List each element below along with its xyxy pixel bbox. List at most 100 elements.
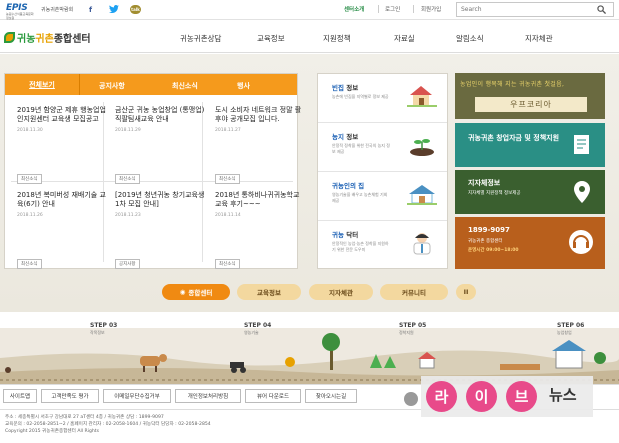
news-item[interactable]: 금산군 귀농 농업창업 (통맹업)직팔팀새교육 안내 2018.11.29 최신…	[115, 106, 207, 188]
news-item[interactable]: 2018년 복미버성 재배기술 교육(6기) 안내 2018.11.26 최신소…	[17, 191, 109, 273]
map-icon	[574, 181, 590, 203]
call-number: 1899-9097	[468, 226, 510, 234]
local-gov-info-box[interactable]: 지자체정보 지자체별 지원정책 정보제공	[455, 170, 605, 214]
epis-logo[interactable]: EPIS 농림수산식품교육문화정보원	[6, 3, 36, 20]
info-title: 농지 정보	[332, 133, 359, 141]
nav-policy[interactable]: 지원정책	[323, 33, 351, 44]
join-link[interactable]: 회원가입	[421, 5, 441, 13]
footer-viewer[interactable]: 뷰어 다운로드	[245, 389, 301, 403]
pause-button[interactable]: II	[456, 284, 476, 300]
facebook-icon[interactable]: f	[84, 3, 97, 16]
wwoof-slogan: 농업인이 행복해 지는 귀농귀촌 첫걸음,	[460, 81, 565, 88]
nav-consult[interactable]: 귀농귀촌상담	[180, 33, 221, 44]
site-logo[interactable]: 귀농귀촌종합센터	[4, 30, 91, 45]
news-date: 2018.11.14	[215, 213, 241, 218]
news-title: 금산군 귀농 농업창업 (통맹업)직팔팀새교육 안내	[115, 106, 205, 123]
vacant-house-info[interactable]: 빈집 정보 농촌에 빈집을 지역별로 정보 제공	[318, 74, 447, 123]
footer-info: 주소 : 세종특별시 서초구 강남대로 27 aT센터 4층 / 귀농귀촌 상담…	[5, 414, 211, 435]
info-desc: 안정적인 농업·농촌 정착을 지원하기 위한 전문 도우미	[332, 241, 389, 252]
news-date: 2018.11.29	[115, 128, 141, 133]
footer-address: 주소 : 세종특별시 서초구 강남대로 27 aT센터 4층 / 귀농귀촌 상담…	[5, 415, 164, 420]
tab-all[interactable]: 전체보기	[5, 74, 80, 95]
farmhouse-icon	[407, 185, 437, 205]
right-column: 농업인이 행복해 지는 귀농귀촌 첫걸음, 우프코리아 귀농귀촌 창업자금 및 …	[455, 73, 605, 269]
quick-edu-button[interactable]: 교육정보	[237, 284, 301, 300]
footer-copyright: Copyright 2015 귀농귀촌종합센터 All Rights	[5, 429, 99, 434]
news-panel: 전체보기 공지사항 최신소식 행사 2019년 함양군 제휴 행농업업인지원센터…	[4, 73, 301, 269]
search-icon: ◉	[179, 288, 186, 296]
top-utility-bar: EPIS 농림수산식품교육문화정보원 귀농귀촌박람회 f talk 센터소개 로…	[0, 0, 619, 20]
news-date: 2018.11.26	[17, 213, 43, 218]
document-icon	[574, 135, 589, 154]
farmer-house-info[interactable]: 귀농인의 집 영농기술을 배우고 농촌체험 기회 제공	[318, 172, 447, 221]
wwoof-korea-banner[interactable]: 농업인이 행복해 지는 귀농귀촌 첫걸음, 우프코리아	[455, 73, 605, 119]
news-title: [2019년 청년귀농 창기교육생 1차 모집 안내]	[115, 191, 205, 208]
divider	[413, 5, 414, 13]
fund-title: 귀농귀촌 창업자금 및 정책지원	[468, 134, 560, 142]
footer-privacy[interactable]: 개인정보처리방침	[175, 389, 241, 403]
news-tag: 최신소식	[215, 259, 240, 269]
quick-center-label: 종합센터	[188, 289, 213, 297]
quick-local-button[interactable]: 지자체관	[309, 284, 373, 300]
footer-contact: 교육문의 : 02-2058-2851~2 / 홈페이지 관리자 : 02-20…	[5, 422, 211, 427]
news-item[interactable]: [2019년 청년귀농 창기교육생 1차 모집 안내] 2018.11.23 공…	[115, 191, 207, 273]
news-item[interactable]: 2018년 통하비나귀귀농학교 교육 후기~~~ 2018.11.14 최신소식	[215, 191, 307, 273]
tab-notice[interactable]: 공지사항	[99, 81, 125, 91]
nav-archive[interactable]: 자료실	[394, 33, 415, 44]
news-title: 2018년 복미버성 재배기술 교육(6기) 안내	[17, 191, 106, 208]
twitter-icon[interactable]	[107, 3, 120, 16]
news-tag: 최신소식	[215, 174, 240, 184]
login-link[interactable]: 로그인	[385, 5, 400, 13]
news-title: 2019년 함양군 제휴 행농업업인지원센터 교육생 모집공고	[17, 106, 106, 123]
quick-community-button[interactable]: 커뮤니티	[380, 284, 448, 300]
main-header: 귀농귀촌종합센터 귀농귀촌상담 교육정보 지원정책 자료실 알림소식 지자체관	[0, 21, 619, 53]
watermark-char: 라	[426, 381, 457, 412]
step-label: STEP 03 작목정보	[90, 322, 118, 335]
news-title: 도시 소비자 네트워크 정말 활후야 공개모집 입니다.	[215, 106, 302, 123]
kakao-talk-icon[interactable]: talk	[130, 5, 141, 14]
quick-center-button[interactable]: ◉ 종합센터	[162, 284, 230, 300]
wwoof-title: 우프코리아	[475, 97, 587, 112]
info-panel: 빈집 정보 농촌에 빈집을 지역별로 정보 제공 농지 정보 안정적 정착을 위…	[317, 73, 448, 269]
step-label: STEP 04 영농기술	[244, 322, 272, 335]
search-input[interactable]	[457, 3, 587, 16]
startup-fund-box[interactable]: 귀농귀촌 창업자금 및 정책지원	[455, 123, 605, 167]
logo-part-2: 귀촌	[35, 34, 54, 45]
footer-no-email[interactable]: 이메일무단수집거부	[103, 389, 171, 403]
doctor-icon	[413, 233, 431, 255]
footer-sitemap[interactable]: 사이트맵	[3, 389, 37, 403]
search-box	[456, 2, 614, 17]
call-sub: 귀농귀촌 종합센터	[468, 239, 503, 244]
local-title: 지자체정보	[468, 179, 501, 187]
nav-news[interactable]: 알림소식	[456, 33, 484, 44]
center-intro-link[interactable]: 센터소개	[344, 5, 364, 13]
info-desc: 영농기술을 배우고 농촌체험 기회 제공	[332, 192, 388, 203]
footer-survey[interactable]: 고객만족도 평가	[41, 389, 99, 403]
news-date: 2018.11.30	[17, 128, 43, 133]
news-date: 2018.11.27	[215, 128, 241, 133]
nav-education[interactable]: 교육정보	[257, 33, 285, 44]
news-tag: 최신소식	[17, 174, 42, 184]
tab-event[interactable]: 행사	[237, 81, 250, 91]
gov-logo-icon	[404, 392, 418, 406]
divider	[378, 5, 379, 13]
info-title: 귀농인의 집	[332, 182, 365, 190]
news-item[interactable]: 2019년 함양군 제휴 행농업업인지원센터 교육생 모집공고 2018.11.…	[17, 106, 109, 188]
logo-part-1: 귀농	[17, 34, 36, 45]
search-icon[interactable]	[597, 5, 606, 14]
info-desc: 안정적 정착을 위한 전국의 농지 정보 제공	[332, 143, 390, 154]
rural-expo-link[interactable]: 귀농귀촌박람회	[41, 6, 73, 13]
news-tag: 최신소식	[115, 174, 140, 184]
tab-latest[interactable]: 최신소식	[172, 81, 198, 91]
farmland-info[interactable]: 농지 정보 안정적 정착을 위한 전국의 농지 정보 제공	[318, 123, 447, 172]
footer-directions[interactable]: 찾아오시는길	[305, 389, 357, 403]
local-sub: 지자체별 지원정책 정보제공	[468, 191, 521, 196]
news-tab-bar: 전체보기 공지사항 최신소식 행사	[5, 74, 297, 95]
news-item[interactable]: 도시 소비자 네트워크 정말 활후야 공개모집 입니다. 2018.11.27 …	[215, 106, 307, 188]
farm-doctor-info[interactable]: 귀농 닥터 안정적인 농업·농촌 정착을 지원하기 위한 전문 도우미	[318, 221, 447, 270]
call-center-box[interactable]: 1899-9097 귀농귀촌 종합센터 운영시간 09:00~18:00	[455, 217, 605, 269]
live-news-watermark: 라 이 브 뉴스	[421, 376, 593, 417]
house-icon	[407, 86, 437, 107]
news-date: 2018.11.23	[115, 213, 141, 218]
nav-local-gov[interactable]: 지자체관	[525, 33, 553, 44]
